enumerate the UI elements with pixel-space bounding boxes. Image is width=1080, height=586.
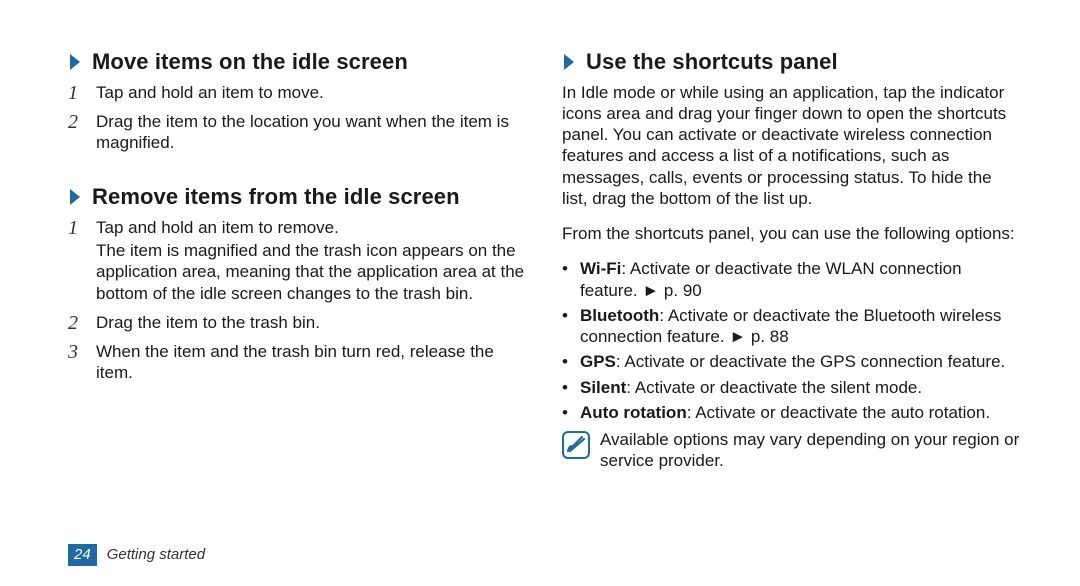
option-wifi: Wi-Fi: Activate or deactivate the WLAN c… xyxy=(562,258,1020,301)
heading-text: Remove items from the idle screen xyxy=(92,183,460,211)
step-line: When the item and the trash bin turn red… xyxy=(96,341,526,384)
heading-move-items: Move items on the idle screen xyxy=(68,48,526,76)
chevron-right-icon xyxy=(68,53,82,71)
step-line: Drag the item to the location you want w… xyxy=(96,111,526,154)
option-auto-rotation: Auto rotation: Activate or deactivate th… xyxy=(562,402,1020,423)
heading-shortcuts-panel: Use the shortcuts panel xyxy=(562,48,1020,76)
option-label: Auto rotation xyxy=(580,403,687,422)
option-desc: : Activate or deactivate the GPS connect… xyxy=(616,352,1005,371)
page-footer: 24 Getting started xyxy=(68,544,1020,566)
note-text: Available options may vary depending on … xyxy=(600,429,1020,472)
option-label: GPS xyxy=(580,352,616,371)
options-intro: From the shortcuts panel, you can use th… xyxy=(562,223,1020,244)
footer-section-label: Getting started xyxy=(107,546,205,565)
step-1: 1 Tap and hold an item to move. xyxy=(68,82,526,105)
left-column: Move items on the idle screen 1 Tap and … xyxy=(68,48,526,532)
heading-remove-items: Remove items from the idle screen xyxy=(68,183,526,211)
option-desc: : Activate or deactivate the WLAN connec… xyxy=(580,259,962,299)
steps-move-items: 1 Tap and hold an item to move. 2 Drag t… xyxy=(68,82,526,156)
step-line: Tap and hold an item to move. xyxy=(96,82,526,103)
intro-paragraph: In Idle mode or while using an applicati… xyxy=(562,82,1020,210)
step-content: Drag the item to the trash bin. xyxy=(96,312,526,335)
right-column: Use the shortcuts panel In Idle mode or … xyxy=(562,48,1020,532)
steps-remove-items: 1 Tap and hold an item to remove. The it… xyxy=(68,217,526,386)
note-row: Available options may vary depending on … xyxy=(562,429,1020,472)
step-line: The item is magnified and the trash icon… xyxy=(96,240,526,304)
chevron-right-icon xyxy=(68,188,82,206)
step-3: 3 When the item and the trash bin turn r… xyxy=(68,341,526,386)
heading-text: Move items on the idle screen xyxy=(92,48,408,76)
option-silent: Silent: Activate or deactivate the silen… xyxy=(562,377,1020,398)
step-1: 1 Tap and hold an item to remove. The it… xyxy=(68,217,526,306)
step-content: Tap and hold an item to remove. The item… xyxy=(96,217,526,306)
step-2: 2 Drag the item to the trash bin. xyxy=(68,312,526,335)
page-number-badge: 24 xyxy=(68,544,97,566)
step-number: 3 xyxy=(68,341,86,386)
manual-page: Move items on the idle screen 1 Tap and … xyxy=(0,0,1080,586)
step-number: 2 xyxy=(68,111,86,156)
step-line: Drag the item to the trash bin. xyxy=(96,312,526,333)
note-icon xyxy=(562,431,590,459)
option-label: Bluetooth xyxy=(580,306,659,325)
step-content: Drag the item to the location you want w… xyxy=(96,111,526,156)
option-label: Silent xyxy=(580,378,626,397)
option-gps: GPS: Activate or deactivate the GPS conn… xyxy=(562,351,1020,372)
step-number: 2 xyxy=(68,312,86,335)
step-number: 1 xyxy=(68,217,86,306)
step-content: Tap and hold an item to move. xyxy=(96,82,526,105)
two-column-layout: Move items on the idle screen 1 Tap and … xyxy=(68,48,1020,532)
heading-text: Use the shortcuts panel xyxy=(586,48,838,76)
option-desc: : Activate or deactivate the auto rotati… xyxy=(687,403,990,422)
step-number: 1 xyxy=(68,82,86,105)
option-bluetooth: Bluetooth: Activate or deactivate the Bl… xyxy=(562,305,1020,348)
shortcuts-options-list: Wi-Fi: Activate or deactivate the WLAN c… xyxy=(562,258,1020,423)
step-2: 2 Drag the item to the location you want… xyxy=(68,111,526,156)
option-label: Wi-Fi xyxy=(580,259,621,278)
step-line: Tap and hold an item to remove. xyxy=(96,217,526,238)
option-desc: : Activate or deactivate the silent mode… xyxy=(626,378,922,397)
chevron-right-icon xyxy=(562,53,576,71)
step-content: When the item and the trash bin turn red… xyxy=(96,341,526,386)
